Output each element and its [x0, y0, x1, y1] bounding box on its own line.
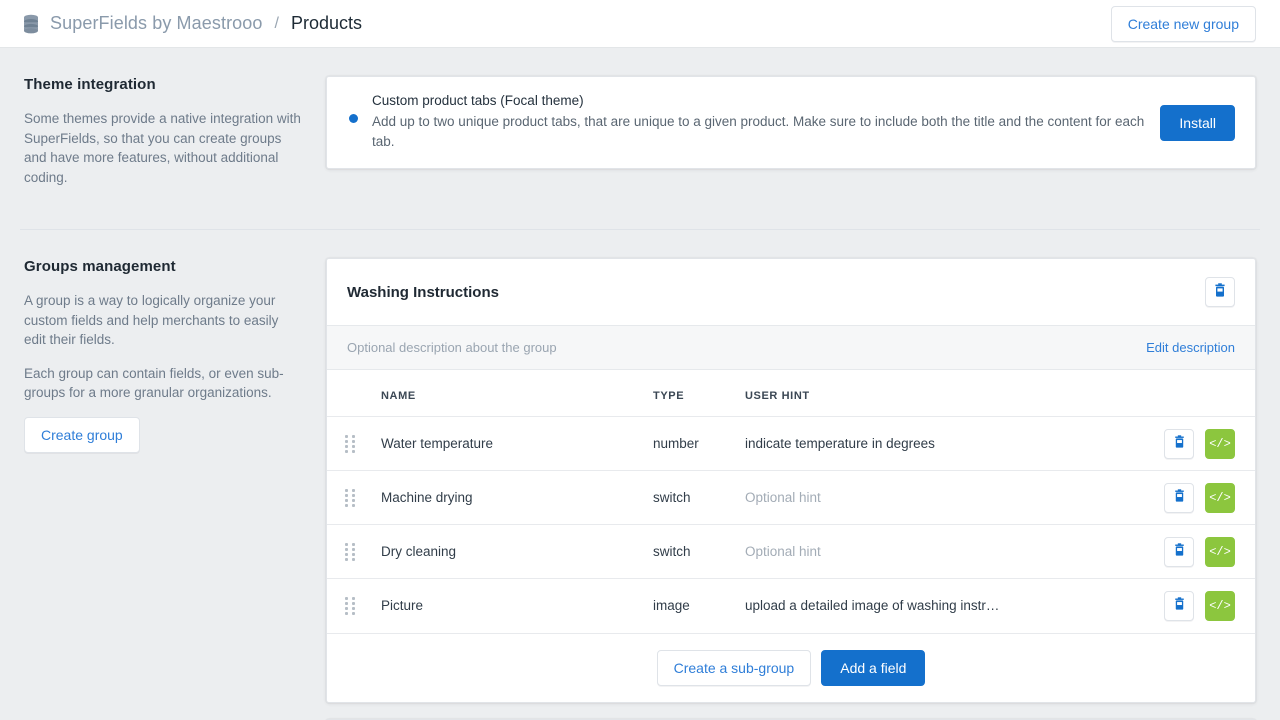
row-drag-cell[interactable]: [327, 525, 381, 579]
theme-integration-main: Custom product tabs (Focal theme) Add up…: [326, 76, 1256, 169]
code-icon: </>: [1209, 491, 1231, 505]
groups-list: Washing Instructions: [326, 258, 1256, 720]
column-header-name: NAME: [381, 370, 653, 417]
group-description-placeholder: Optional description about the group: [347, 340, 557, 355]
trash-icon: [1213, 283, 1227, 301]
delete-field-button[interactable]: [1164, 537, 1194, 567]
drag-handle-icon[interactable]: [345, 597, 355, 615]
row-name: Picture: [381, 579, 653, 633]
row-type: switch: [653, 471, 745, 525]
row-hint: upload a detailed image of washing instr…: [745, 579, 1143, 633]
integration-card-body: Custom product tabs (Focal theme) Add up…: [372, 93, 1160, 152]
table-row: Picture image upload a detailed image of…: [327, 579, 1255, 633]
row-name: Water temperature: [381, 417, 653, 471]
install-button[interactable]: Install: [1160, 105, 1235, 141]
row-drag-cell[interactable]: [327, 417, 381, 471]
groups-management-paragraph-2: Each group can contain fields, or even s…: [24, 364, 302, 403]
trash-icon: [1173, 435, 1186, 452]
integration-card: Custom product tabs (Focal theme) Add up…: [326, 76, 1256, 169]
code-icon: </>: [1209, 599, 1231, 613]
group-description-strip: Optional description about the group Edi…: [327, 325, 1255, 370]
group-card-header: Washing Instructions: [327, 259, 1255, 325]
fields-table-head: NAME TYPE USER HINT: [327, 370, 1255, 417]
install-button-wrapper: Install: [1160, 105, 1235, 141]
row-actions: </>: [1143, 483, 1255, 513]
database-icon: [22, 14, 40, 34]
bullet-icon: [349, 114, 358, 123]
groups-management-paragraph-1: A group is a way to logically organize y…: [24, 291, 302, 350]
row-actions: </>: [1143, 591, 1255, 621]
group-title: Washing Instructions: [347, 284, 499, 301]
groups-management-aside: Groups management A group is a way to lo…: [24, 258, 326, 453]
breadcrumb-separator: /: [275, 15, 279, 33]
table-row: Machine drying switch Optional hint: [327, 471, 1255, 525]
breadcrumb-current-page: Products: [291, 13, 362, 34]
code-icon: </>: [1209, 545, 1231, 559]
row-name: Dry cleaning: [381, 525, 653, 579]
theme-integration-aside: Theme integration Some themes provide a …: [24, 76, 326, 201]
theme-integration-title: Theme integration: [24, 76, 302, 93]
page-content: Theme integration Some themes provide a …: [0, 48, 1280, 720]
groups-management-title: Groups management: [24, 258, 302, 275]
trash-icon: [1173, 543, 1186, 560]
code-icon: </>: [1209, 437, 1231, 451]
row-hint: Optional hint: [745, 471, 1143, 525]
fields-table-body: Water temperature number indicate temper…: [327, 417, 1255, 633]
column-header-handle: [327, 370, 381, 417]
integration-card-title: Custom product tabs (Focal theme): [372, 93, 1144, 108]
row-actions: </>: [1143, 537, 1255, 567]
field-code-button[interactable]: </>: [1205, 591, 1235, 621]
row-drag-cell[interactable]: [327, 579, 381, 633]
row-actions-cell: </>: [1143, 417, 1255, 471]
row-type: image: [653, 579, 745, 633]
group-card-washing-instructions: Washing Instructions: [326, 258, 1256, 703]
theme-integration-description: Some themes provide a native integration…: [24, 109, 302, 187]
create-group-button[interactable]: Create group: [24, 417, 140, 453]
row-actions-cell: </>: [1143, 471, 1255, 525]
drag-handle-icon[interactable]: [345, 435, 355, 453]
delete-field-button[interactable]: [1164, 591, 1194, 621]
field-code-button[interactable]: </>: [1205, 483, 1235, 513]
row-drag-cell[interactable]: [327, 471, 381, 525]
drag-handle-icon[interactable]: [345, 543, 355, 561]
fields-table: NAME TYPE USER HINT: [327, 370, 1255, 633]
app-root: SuperFields by Maestrooo / Products Crea…: [0, 0, 1280, 720]
row-actions-cell: </>: [1143, 525, 1255, 579]
edit-description-link[interactable]: Edit description: [1146, 340, 1235, 355]
theme-integration-section: Theme integration Some themes provide a …: [0, 48, 1280, 201]
row-type: switch: [653, 525, 745, 579]
delete-group-button[interactable]: [1205, 277, 1235, 307]
row-type: number: [653, 417, 745, 471]
delete-field-button[interactable]: [1164, 429, 1194, 459]
field-code-button[interactable]: </>: [1205, 429, 1235, 459]
add-field-button[interactable]: Add a field: [821, 650, 925, 686]
group-card-footer: Create a sub-group Add a field: [327, 633, 1255, 702]
groups-management-section: Groups management A group is a way to lo…: [0, 230, 1280, 720]
row-hint: Optional hint: [745, 525, 1143, 579]
create-new-group-button[interactable]: Create new group: [1111, 6, 1256, 42]
fields-table-header-row: NAME TYPE USER HINT: [327, 370, 1255, 417]
column-header-user-hint: USER HINT: [745, 370, 1143, 417]
row-name: Machine drying: [381, 471, 653, 525]
column-header-actions: [1143, 370, 1255, 417]
row-actions: </>: [1143, 429, 1255, 459]
delete-field-button[interactable]: [1164, 483, 1194, 513]
table-row: Water temperature number indicate temper…: [327, 417, 1255, 471]
breadcrumb: SuperFields by Maestrooo / Products: [22, 13, 362, 34]
trash-icon: [1173, 597, 1186, 614]
breadcrumb-brand[interactable]: SuperFields by Maestrooo: [50, 13, 263, 34]
row-actions-cell: </>: [1143, 579, 1255, 633]
create-sub-group-button[interactable]: Create a sub-group: [657, 650, 812, 686]
column-header-type: TYPE: [653, 370, 745, 417]
top-bar: SuperFields by Maestrooo / Products Crea…: [0, 0, 1280, 48]
field-code-button[interactable]: </>: [1205, 537, 1235, 567]
row-hint: indicate temperature in degrees: [745, 417, 1143, 471]
table-row: Dry cleaning switch Optional hint: [327, 525, 1255, 579]
drag-handle-icon[interactable]: [345, 489, 355, 507]
integration-card-description: Add up to two unique product tabs, that …: [372, 112, 1144, 152]
trash-icon: [1173, 489, 1186, 506]
